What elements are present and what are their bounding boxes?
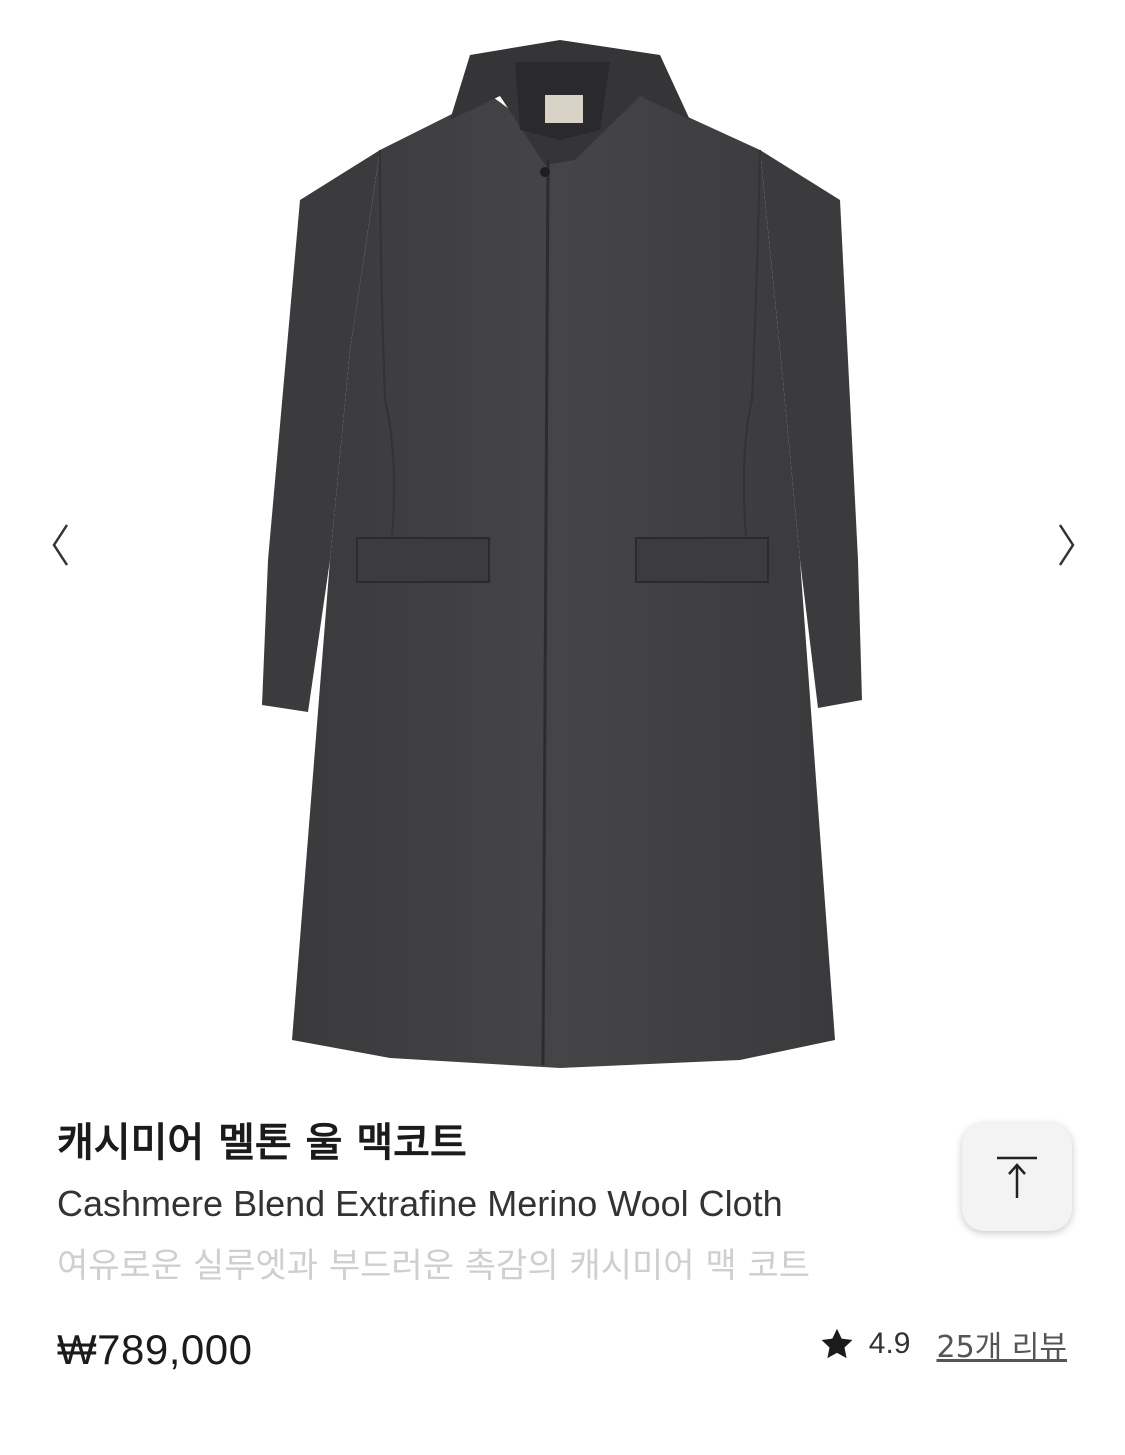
rating-value: 4.9 (868, 1327, 911, 1360)
product-title: 캐시미어 멜톤 울 맥코트 (57, 1120, 467, 1166)
scroll-to-top-button[interactable] (962, 1123, 1072, 1231)
chevron-right-icon (1058, 524, 1075, 566)
product-photo (262, 40, 862, 1068)
review-count-link[interactable]: 25개 리뷰 (936, 1322, 1067, 1366)
product-price: ₩789,000 (57, 1326, 253, 1373)
product-subtitle: Cashmere Blend Extrafine Merino Wool Clo… (57, 1183, 783, 1224)
star-icon (819, 1326, 855, 1362)
next-image-button[interactable] (1047, 515, 1087, 575)
previous-image-button[interactable] (40, 515, 80, 575)
arrow-up-to-top-icon (997, 1156, 1037, 1198)
product-info: 캐시미어 멜톤 울 맥코트 Cashmere Blend Extrafine M… (57, 1115, 937, 1289)
rating-summary: 4.9 25개 리뷰 (819, 1322, 1067, 1366)
product-image-gallery[interactable] (0, 0, 1125, 1090)
chevron-left-icon (52, 524, 69, 566)
product-description: 여유로운 실루엣과 부드러운 촉감의 캐시미어 맥 코트 (57, 1246, 811, 1286)
